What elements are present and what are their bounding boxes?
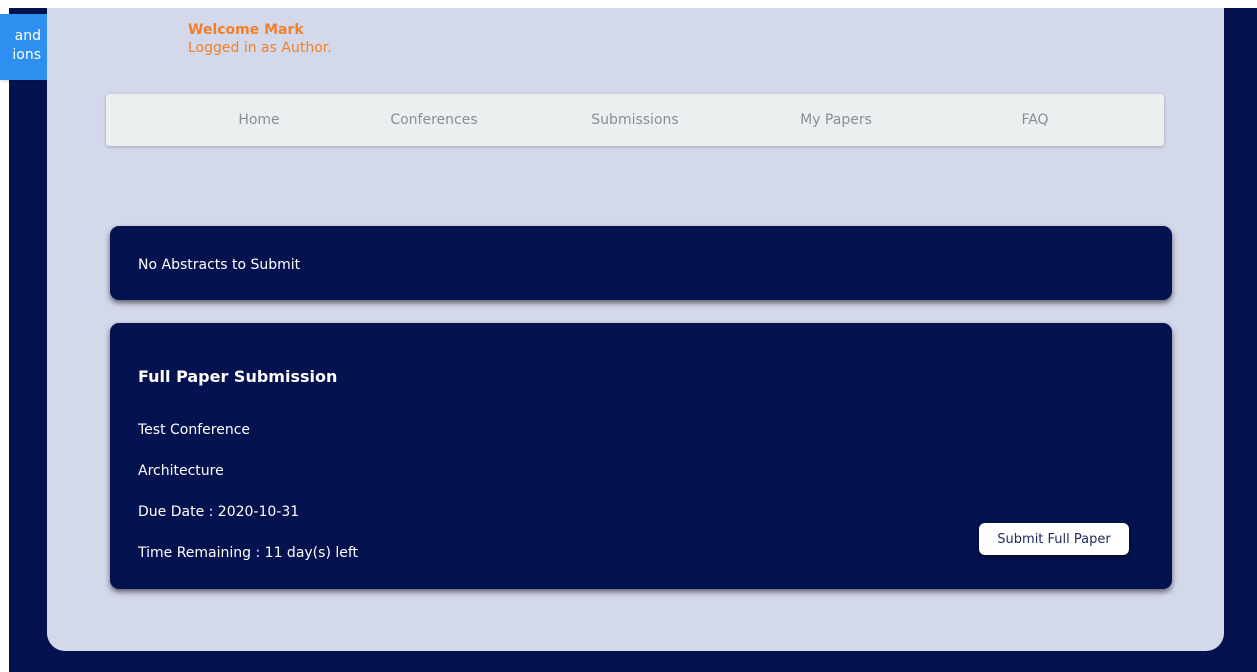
nav-item-submissions[interactable]: Submissions (555, 111, 715, 129)
side-tab-line2: ions (12, 47, 41, 63)
side-tab[interactable]: and ions (0, 14, 51, 80)
abstracts-message: No Abstracts to Submit (138, 257, 301, 273)
due-date: Due Date : 2020-10-31 (138, 504, 300, 520)
full-paper-title: Full Paper Submission (138, 367, 338, 386)
abstracts-card: No Abstracts to Submit (110, 226, 1172, 300)
nav-item-home[interactable]: Home (179, 111, 339, 129)
track-name: Architecture (138, 463, 224, 479)
submit-full-paper-button[interactable]: Submit Full Paper (979, 523, 1129, 555)
welcome-text: Welcome Mark (188, 22, 304, 38)
full-paper-card: Full Paper Submission Test Conference Ar… (110, 323, 1172, 589)
time-remaining: Time Remaining : 11 day(s) left (138, 545, 359, 561)
nav-item-my-papers[interactable]: My Papers (756, 111, 916, 129)
nav-item-conferences[interactable]: Conferences (354, 111, 514, 129)
welcome-block: Welcome Mark Logged in as Author. (188, 21, 332, 57)
conference-name: Test Conference (138, 422, 251, 438)
nav-item-faq[interactable]: FAQ (955, 111, 1115, 129)
nav-bar: Home Conferences Submissions My Papers F… (106, 94, 1164, 146)
side-tab-line1: and (14, 28, 41, 44)
role-text: Logged in as Author. (188, 40, 332, 56)
